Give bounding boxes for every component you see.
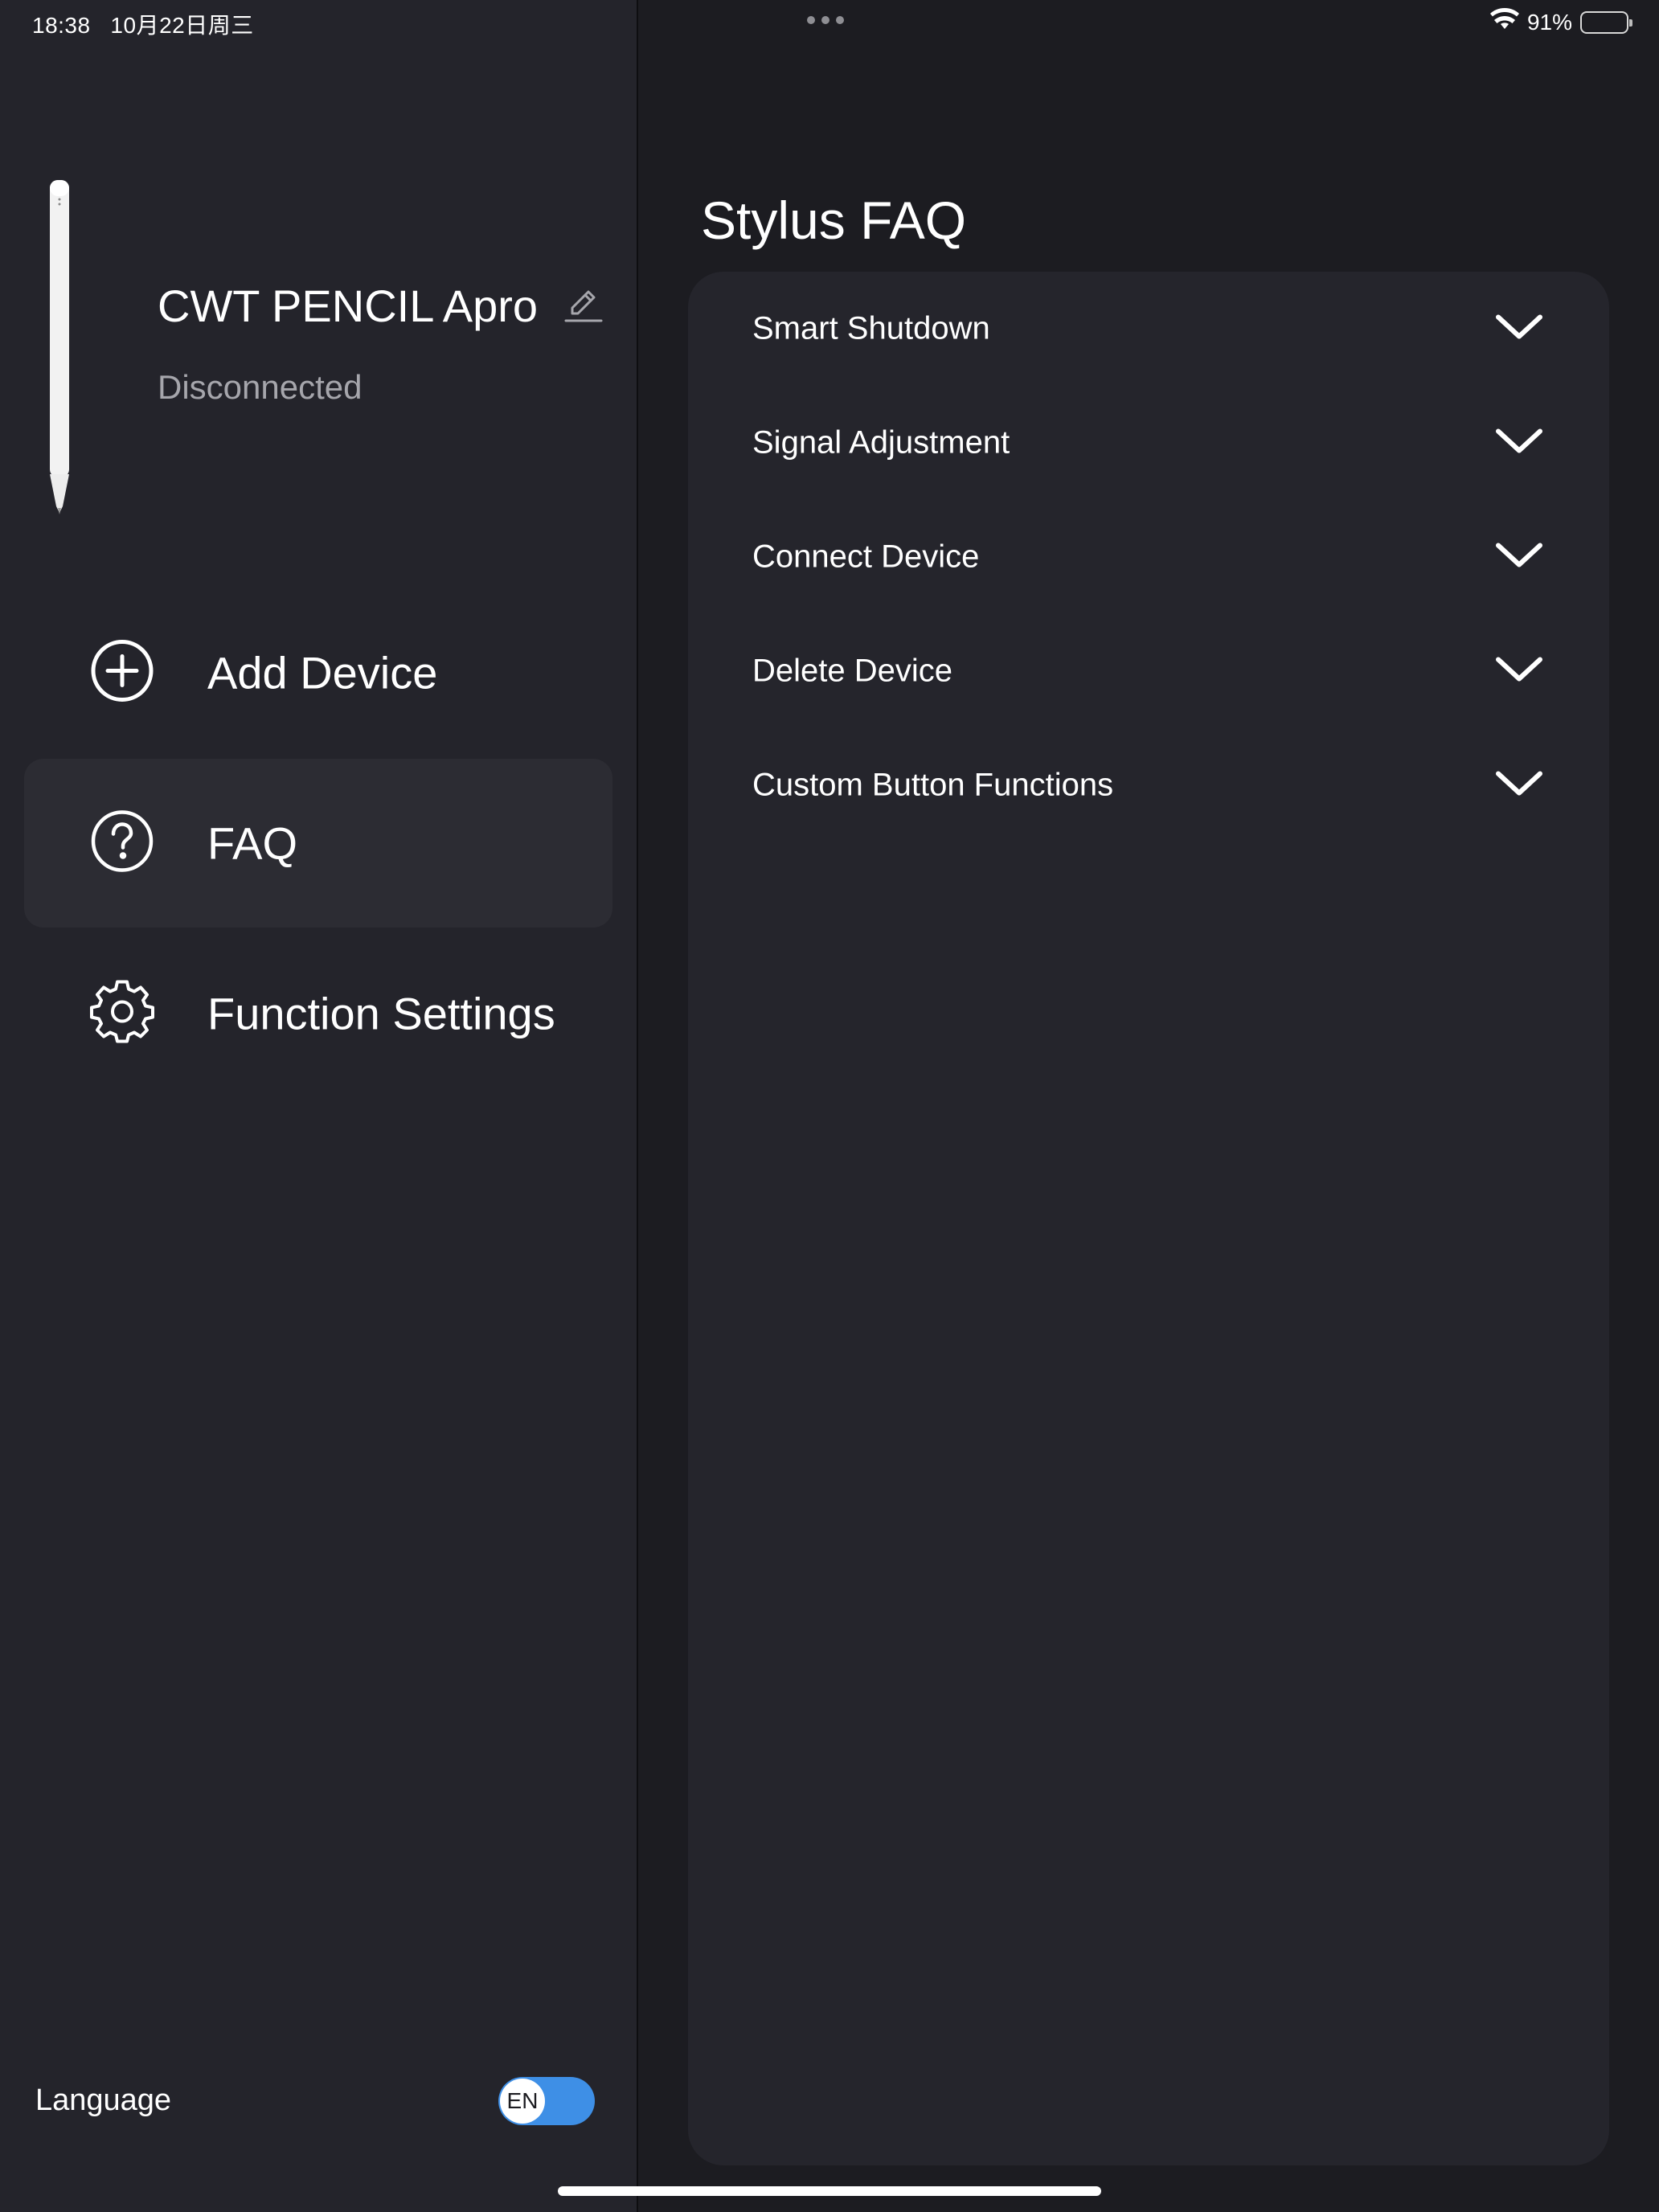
faq-item-label: Signal Adjustment — [752, 424, 1010, 461]
faq-item-label: Connect Device — [752, 539, 980, 575]
app-screen: 18:38 10月22日周三 CWT PENCIL Apro Disconnec… — [0, 0, 1659, 2212]
faq-item-signal-adjustment[interactable]: Signal Adjustment — [688, 386, 1609, 500]
status-indicators: 91% — [1489, 8, 1632, 36]
add-circle-icon — [90, 639, 154, 707]
stylus-image — [45, 175, 77, 522]
faq-item-smart-shutdown[interactable]: Smart Shutdown — [688, 272, 1609, 386]
wifi-icon — [1489, 8, 1519, 36]
main-panel: 91% Stylus FAQ Smart Shutdown Signal Adj… — [638, 0, 1659, 2212]
page-title: Stylus FAQ — [701, 190, 967, 250]
sidebar-item-label: Function Settings — [207, 988, 555, 1039]
faq-item-label: Smart Shutdown — [752, 310, 990, 346]
sidebar-item-label: FAQ — [207, 817, 298, 869]
faq-item-connect-device[interactable]: Connect Device — [688, 500, 1609, 614]
device-name: CWT PENCIL Apro — [158, 281, 539, 331]
sidebar-item-function-settings[interactable]: Function Settings — [24, 929, 612, 1098]
status-time-text: 18:38 — [32, 13, 91, 38]
language-toggle-knob: EN — [500, 2079, 545, 2124]
battery-icon — [1580, 10, 1632, 34]
sidebar-item-label: Add Device — [207, 647, 438, 698]
sidebar-item-faq[interactable]: FAQ — [24, 759, 612, 928]
status-clock: 18:38 10月22日周三 — [32, 8, 254, 40]
faq-item-custom-button-functions[interactable]: Custom Button Functions — [688, 728, 1609, 842]
battery-percent: 91% — [1526, 9, 1572, 35]
faq-item-label: Custom Button Functions — [752, 767, 1114, 803]
edit-name-icon[interactable] — [564, 286, 603, 329]
chevron-down-icon[interactable] — [1495, 769, 1543, 802]
faq-list: Smart Shutdown Signal Adjustment Connect… — [688, 272, 1609, 2165]
gear-icon — [90, 980, 154, 1048]
device-connection-status: Disconnected — [158, 368, 363, 406]
home-indicator[interactable] — [558, 2186, 1101, 2196]
question-circle-icon — [90, 809, 154, 878]
status-date-text: 10月22日周三 — [110, 13, 254, 38]
chevron-down-icon[interactable] — [1495, 655, 1543, 688]
chevron-down-icon[interactable] — [1495, 427, 1543, 460]
language-toggle[interactable]: EN — [498, 2077, 595, 2125]
multitasking-dots[interactable] — [807, 16, 844, 24]
sidebar-item-add-device[interactable]: Add Device — [24, 588, 612, 757]
faq-item-label: Delete Device — [752, 653, 953, 689]
faq-item-delete-device[interactable]: Delete Device — [688, 614, 1609, 728]
chevron-down-icon[interactable] — [1495, 541, 1543, 574]
sidebar: 18:38 10月22日周三 CWT PENCIL Apro Disconnec… — [0, 0, 637, 2212]
language-label: Language — [35, 2083, 172, 2117]
chevron-down-icon[interactable] — [1495, 313, 1543, 346]
